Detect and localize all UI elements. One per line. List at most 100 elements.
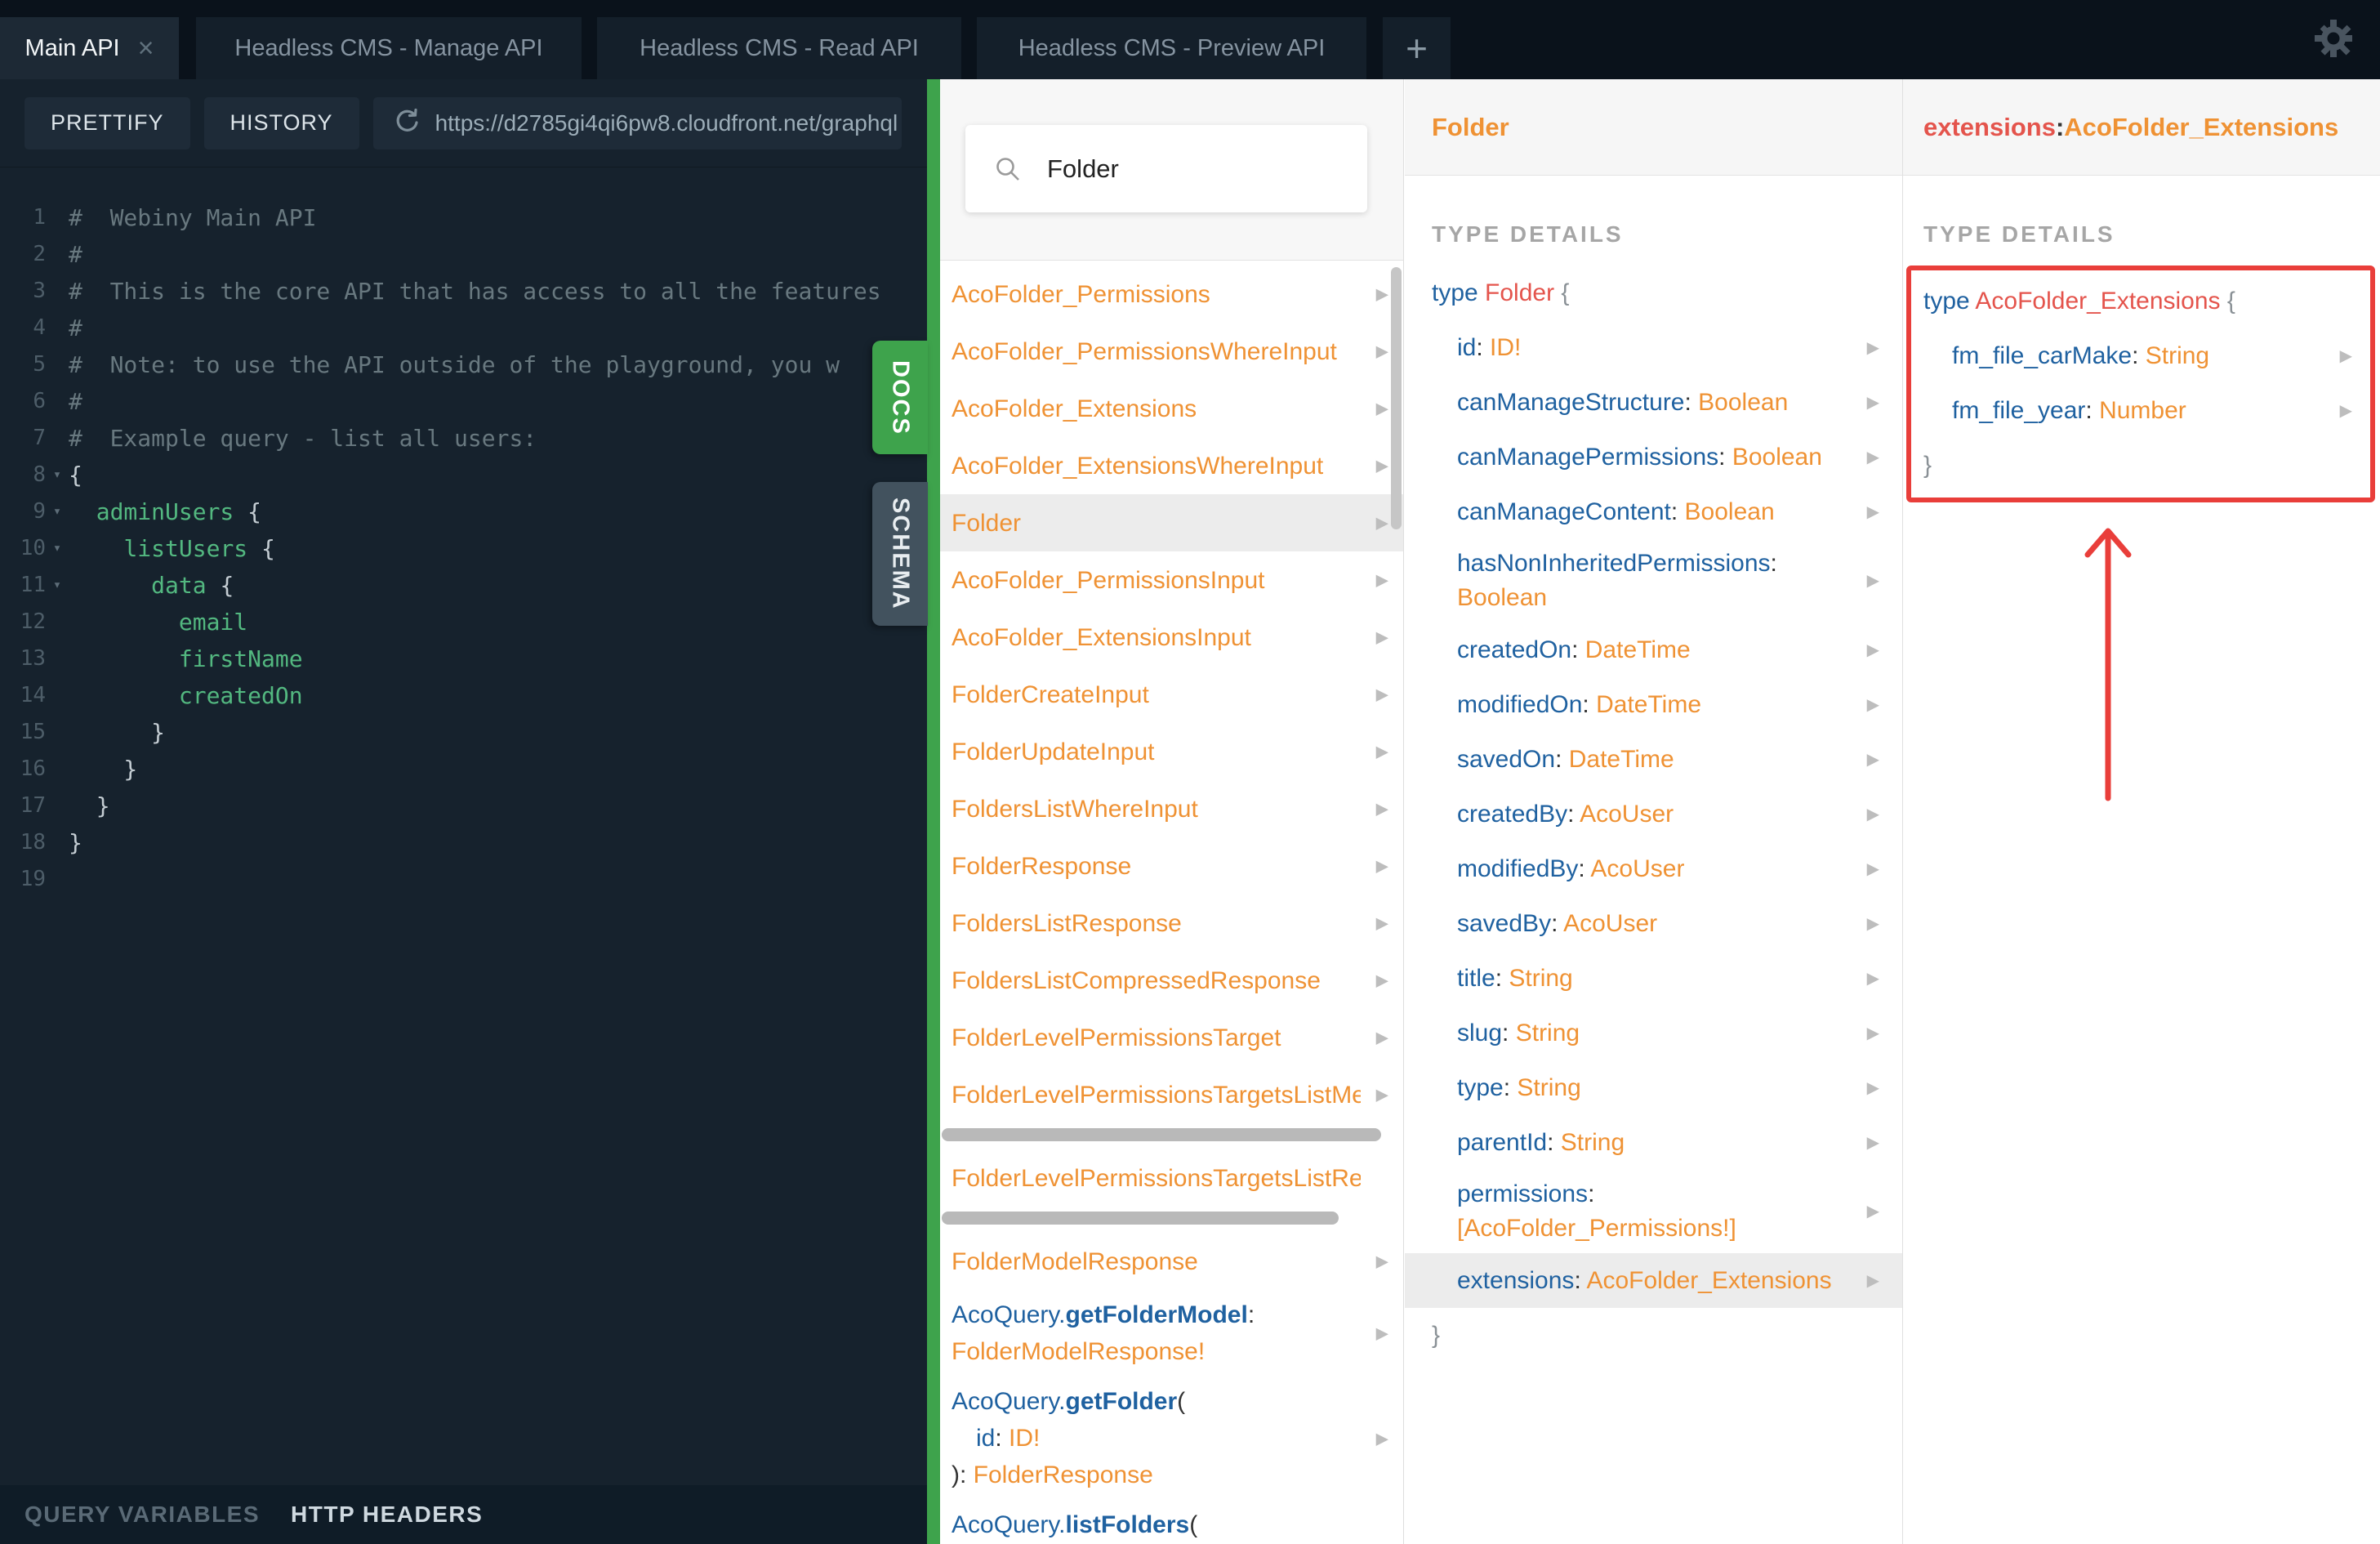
expand-caret-icon[interactable]: ▶ [1867,1071,1879,1105]
editor-line[interactable]: 5 # Note: to use the API outside of the p… [0,346,927,383]
editor-line[interactable]: 19 [0,861,927,898]
field-row[interactable]: fm_file_year: Number ▶ [1911,383,2370,438]
field-row[interactable]: type: String ▶ [1405,1060,1902,1115]
field-row[interactable]: slug: String ▶ [1405,1006,1902,1060]
field-row[interactable]: parentId: String ▶ [1405,1115,1902,1170]
expand-caret-icon[interactable]: ▶ [1376,913,1388,934]
expand-caret-icon[interactable]: ▶ [1867,633,1879,667]
doc-list-item[interactable]: FolderUpdateInput ▶ [940,723,1403,780]
doc-list-item[interactable]: FolderModelResponse ▶ [940,1233,1403,1290]
endpoint-url-input[interactable]: https://d2785gi4qi6pw8.cloudfront.net/gr… [372,96,902,149]
query-editor[interactable]: 1 # Webiny Main API 2 #3 # This is the core … [0,199,927,1485]
expand-caret-icon[interactable]: ▶ [1867,907,1879,941]
doc-list-item[interactable]: FolderLevelPermissionsTargetsListMeta ▶ [940,1066,1403,1123]
expand-caret-icon[interactable]: ▶ [1867,440,1879,475]
editor-line[interactable]: 7 # Example query - list all users: [0,420,927,457]
doc-list-item[interactable]: FolderCreateInput ▶ [940,666,1403,723]
doc-list-item[interactable]: AcoFolder_Extensions ▶ [940,380,1403,437]
expand-caret-icon[interactable]: ▶ [1376,627,1388,648]
editor-line[interactable]: 14 createdOn [0,677,927,714]
editor-line[interactable]: 17 } [0,788,927,824]
expand-caret-icon[interactable]: ▶ [1867,688,1879,722]
expand-caret-icon[interactable]: ▶ [1867,743,1879,777]
doc-list-item[interactable]: FolderLevelPermissionsTarget ▶ [940,1009,1403,1066]
field-row[interactable]: modifiedOn: DateTime ▶ [1405,677,1902,732]
docs-search-input[interactable]: Folder [965,125,1367,212]
http-headers-tab[interactable]: HTTP HEADERS [291,1502,483,1528]
fold-arrow-icon[interactable]: ▾ [46,493,69,530]
settings-gear-icon[interactable] [2313,18,2354,59]
field-row[interactable]: title: String ▶ [1405,951,1902,1006]
field-row[interactable]: canManageContent: Boolean ▶ [1405,484,1902,539]
editor-line[interactable]: 4 # [0,310,927,346]
expand-caret-icon[interactable]: ▶ [1376,856,1388,877]
field-row[interactable]: extensions: AcoFolder_Extensions ▶ [1405,1253,1902,1308]
editor-line[interactable]: 8 ▾{ [0,457,927,493]
expand-caret-icon[interactable]: ▶ [1867,495,1879,529]
expand-caret-icon[interactable]: ▶ [1376,570,1388,591]
editor-line[interactable]: 6 # [0,383,927,420]
expand-caret-icon[interactable]: ▶ [1376,399,1388,419]
tab-headless-cms-preview-api[interactable]: Headless CMS - Preview API [977,17,1366,79]
doc-list-item[interactable]: AcoFolder_ExtensionsInput ▶ [940,609,1403,666]
horizontal-scrollbar-thumb[interactable] [942,1128,1381,1141]
doc-list-item[interactable]: AcoFolder_Permissions ▶ [940,266,1403,323]
field-row[interactable]: canManageStructure: Boolean ▶ [1405,375,1902,430]
doc-list-item[interactable]: AcoQuery.listFolders(where: FoldersListW… [940,1500,1403,1544]
editor-line[interactable]: 16 } [0,751,927,788]
expand-caret-icon[interactable]: ▶ [1376,1428,1388,1448]
field-row[interactable]: savedBy: AcoUser ▶ [1405,896,1902,951]
doc-list-item[interactable]: FoldersListWhereInput ▶ [940,780,1403,837]
expand-caret-icon[interactable]: ▶ [1376,513,1388,533]
expand-caret-icon[interactable]: ▶ [1867,852,1879,886]
editor-line[interactable]: 18} [0,824,927,861]
expand-caret-icon[interactable]: ▶ [1867,386,1879,420]
doc-list-item[interactable]: AcoQuery.getFolderModel: FolderModelRespo… [940,1290,1403,1377]
fold-arrow-icon[interactable]: ▾ [46,567,69,604]
expand-caret-icon[interactable]: ▶ [1867,564,1879,598]
docs-scrollbar-thumb[interactable] [1391,267,1402,529]
reload-icon[interactable] [393,107,421,139]
doc-list-item[interactable]: Folder ▶ [940,494,1403,551]
doc-list-item[interactable]: AcoFolder_ExtensionsWhereInput ▶ [940,437,1403,494]
doc-list-item[interactable]: AcoFolder_PermissionsInput ▶ [940,551,1403,609]
editor-line[interactable]: 12 email [0,604,927,640]
editor-line[interactable]: 10 ▾ listUsers { [0,530,927,567]
schema-side-tab[interactable]: SCHEMA [872,482,928,626]
field-row[interactable]: createdBy: AcoUser ▶ [1405,787,1902,841]
expand-caret-icon[interactable]: ▶ [1376,1252,1388,1272]
expand-caret-icon[interactable]: ▶ [1376,1323,1388,1344]
field-row[interactable]: id: ID! ▶ [1405,320,1902,375]
expand-caret-icon[interactable]: ▶ [1376,685,1388,705]
add-tab-button[interactable]: + [1383,17,1451,79]
doc-list-item[interactable]: FoldersListResponse ▶ [940,895,1403,952]
expand-caret-icon[interactable]: ▶ [2340,339,2352,373]
expand-caret-icon[interactable]: ▶ [1376,799,1388,819]
docs-resize-handle[interactable] [927,79,940,1544]
fold-arrow-icon[interactable]: ▾ [46,530,69,567]
expand-caret-icon[interactable]: ▶ [1867,1194,1879,1229]
prettify-button[interactable]: PRETTIFY [25,96,190,149]
doc-list-item[interactable]: FolderResponse ▶ [940,837,1403,895]
history-button[interactable]: HISTORY [203,96,359,149]
field-row[interactable]: fm_file_carMake: String ▶ [1911,328,2370,383]
expand-caret-icon[interactable]: ▶ [1376,971,1388,991]
expand-caret-icon[interactable]: ▶ [1376,284,1388,305]
editor-line[interactable]: 13 firstName [0,640,927,677]
editor-line[interactable]: 15 } [0,714,927,751]
tab-headless-cms-manage-api[interactable]: Headless CMS - Manage API [196,17,582,79]
expand-caret-icon[interactable]: ▶ [1867,1016,1879,1051]
editor-line[interactable]: 11 ▾ data { [0,567,927,604]
horizontal-scrollbar-thumb[interactable] [942,1212,1339,1225]
expand-caret-icon[interactable]: ▶ [1867,797,1879,832]
field-row[interactable]: modifiedBy: AcoUser ▶ [1405,841,1902,896]
expand-caret-icon[interactable]: ▶ [1376,1085,1388,1105]
expand-caret-icon[interactable]: ▶ [1867,1126,1879,1160]
field-row[interactable]: savedOn: DateTime ▶ [1405,732,1902,787]
docs-side-tab[interactable]: DOCS [872,341,928,454]
tab-headless-cms-read-api[interactable]: Headless CMS - Read API [597,17,961,79]
editor-line[interactable]: 2 # [0,236,927,273]
field-row[interactable]: canManagePermissions: Boolean ▶ [1405,430,1902,484]
editor-line[interactable]: 1 # Webiny Main API [0,199,927,236]
expand-caret-icon[interactable]: ▶ [1867,1264,1879,1298]
